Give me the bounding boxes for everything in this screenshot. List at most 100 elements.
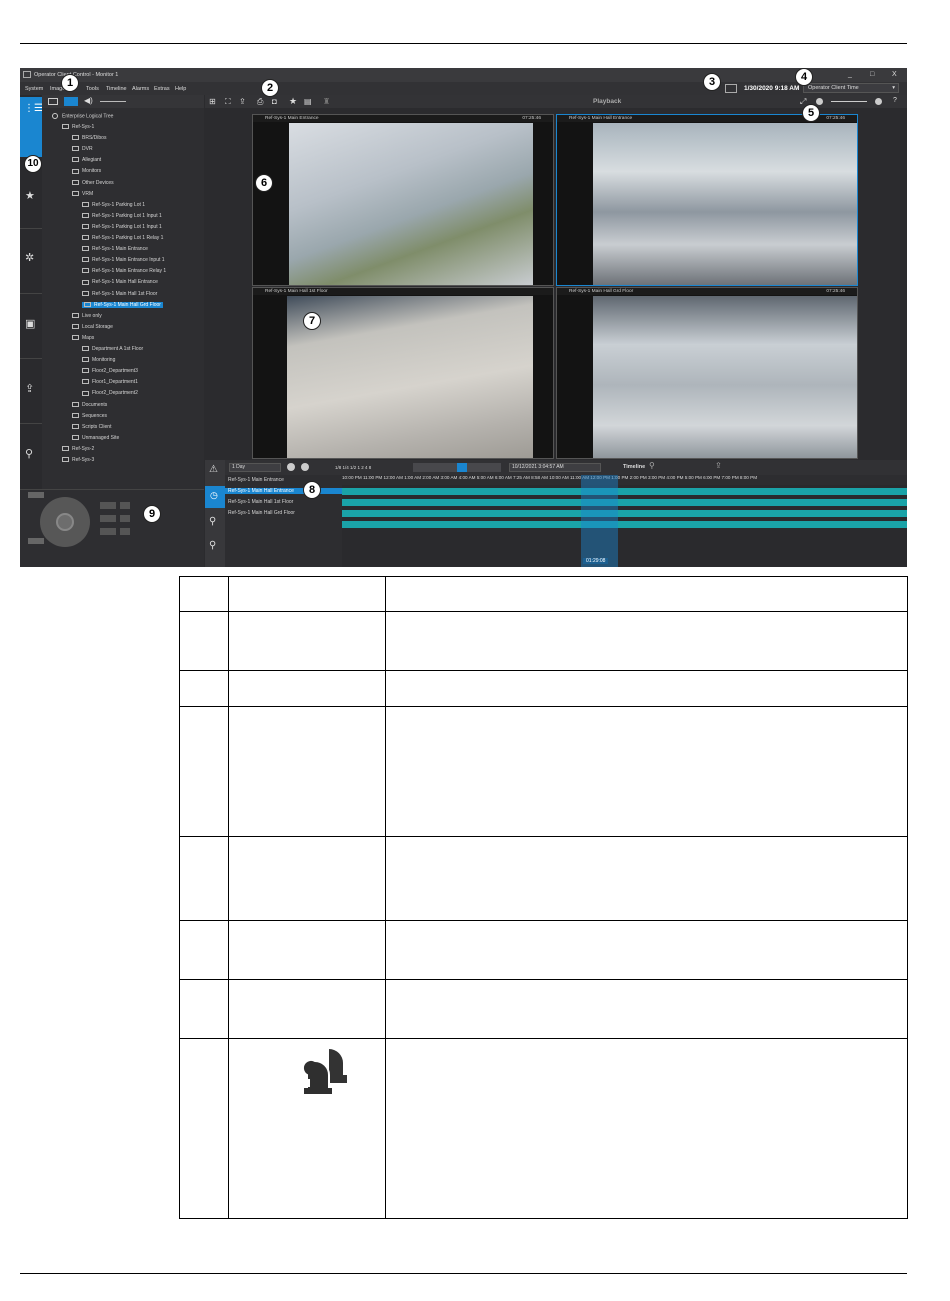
tree-item[interactable]: Ref-Sys-1 Main Entrance Relay 1 bbox=[82, 268, 166, 274]
tree-item[interactable]: Ref-Sys-1 Main Hall Entrance bbox=[82, 279, 158, 285]
tree-item[interactable]: Allegiant bbox=[72, 157, 101, 163]
nav-logical-tree[interactable]: ⋮☰ bbox=[20, 97, 43, 157]
tree-item[interactable]: Live only bbox=[72, 313, 102, 319]
ptz-icon[interactable]: ✲ bbox=[25, 251, 34, 264]
tree-item[interactable]: Ref-Sys-1 Main Hall 1st Floor bbox=[82, 291, 157, 297]
recording-lane[interactable] bbox=[342, 499, 907, 506]
tree-item[interactable]: Floor2_Department3 bbox=[82, 368, 138, 374]
playback-speed-scale[interactable]: 1/8 1/4 1/2 1 2 4 8 bbox=[335, 465, 371, 470]
tree-item[interactable]: Scripts Client bbox=[72, 424, 111, 430]
print-icon[interactable]: ⎙ bbox=[257, 97, 263, 107]
menu-help[interactable]: Help bbox=[175, 86, 186, 92]
tree-item[interactable]: Ref-Sys-1 Parking Lot 1 Input 1 bbox=[82, 224, 162, 230]
time-zone-icon[interactable] bbox=[725, 84, 737, 93]
tree-item[interactable]: VRM bbox=[72, 191, 93, 197]
tree-item[interactable]: DVR bbox=[72, 146, 93, 152]
help-icon[interactable]: ? bbox=[893, 97, 897, 104]
tree-item[interactable]: Documents bbox=[72, 402, 107, 408]
tree-item[interactable]: Other Devices bbox=[72, 180, 114, 186]
tree-item[interactable]: Ref-Sys-1 Parking Lot 1 bbox=[82, 202, 145, 208]
datetime-field[interactable]: 10/12/2021 3:04:57 AM bbox=[509, 463, 601, 472]
camera-icon[interactable] bbox=[48, 98, 58, 105]
monitor-wall-icon[interactable]: ▣ bbox=[25, 317, 35, 330]
tree-item[interactable]: Ref-Sys-3 bbox=[62, 457, 94, 463]
range-select[interactable]: 1 Day bbox=[229, 463, 281, 472]
fullscreen-icon[interactable]: ⛶ bbox=[225, 97, 231, 107]
track-label[interactable]: Ref-Sys-1 Main Hall Grd Floor bbox=[228, 510, 295, 516]
layout-icon[interactable]: ⊞ bbox=[209, 97, 216, 106]
ptz-preset-button[interactable] bbox=[100, 515, 116, 522]
table-row bbox=[179, 670, 908, 707]
upload-icon[interactable]: ⇪ bbox=[239, 97, 246, 106]
recording-lane[interactable] bbox=[342, 488, 907, 495]
image-pane[interactable]: Ref-Sys-1 Main Hall Entrance 07:25:46 bbox=[556, 114, 858, 286]
image-pane[interactable]: Ref-Sys-1 Main Hall Grd Floor 07:25:46 bbox=[556, 287, 858, 459]
tree-item[interactable]: Local Storage bbox=[72, 324, 113, 330]
ptz-preset-button[interactable] bbox=[120, 528, 130, 535]
search-icon[interactable]: ⚲ bbox=[649, 461, 655, 470]
maximize-button[interactable]: □ bbox=[870, 71, 874, 78]
tree-item[interactable]: Ref-Sys-2 bbox=[62, 446, 94, 452]
zoom-out-icon[interactable] bbox=[816, 98, 823, 105]
playback-mode-button[interactable] bbox=[64, 97, 78, 106]
tree-item[interactable]: Ref-Sys-1 bbox=[62, 124, 94, 130]
volume-slider[interactable] bbox=[100, 101, 126, 102]
motion-search-icon[interactable]: ⚲ bbox=[209, 540, 216, 551]
tree-item[interactable]: Floor2_Department2 bbox=[82, 390, 138, 396]
zoom-in-button[interactable] bbox=[287, 463, 295, 471]
tree-item[interactable]: Unmanaged Site bbox=[72, 435, 119, 441]
time-mode-select[interactable]: Operator Client Time ▾ bbox=[803, 83, 899, 93]
tree-item[interactable]: Ref-Sys-1 Main Entrance bbox=[82, 246, 148, 252]
zoom-in-icon[interactable] bbox=[875, 98, 882, 105]
export-icon[interactable]: ⇪ bbox=[25, 382, 34, 395]
tree-root[interactable]: Enterprise Logical Tree bbox=[52, 113, 113, 119]
tree-item[interactable]: Monitoring bbox=[82, 357, 115, 363]
tree-item[interactable]: Monitors bbox=[72, 168, 101, 174]
ptz-preset-button[interactable] bbox=[100, 528, 116, 535]
minimize-button[interactable]: _ bbox=[848, 71, 852, 78]
alarm-icon[interactable]: ⚠ bbox=[209, 464, 218, 475]
menu-timeline[interactable]: Timeline bbox=[106, 86, 127, 92]
export-icon[interactable]: ⇪ bbox=[715, 461, 722, 470]
pause-button[interactable] bbox=[457, 463, 467, 472]
tree-item[interactable]: Department A 1st Floor bbox=[82, 346, 143, 352]
tree-item[interactable]: Ref-Sys-1 Main Hall Grd Floor bbox=[82, 301, 163, 308]
tree-item[interactable]: Floor1_Department1 bbox=[82, 379, 138, 385]
ptz-preset-button[interactable] bbox=[100, 502, 116, 509]
image-pane[interactable]: Ref-Sys-1 Main Entrance 07:25:46 bbox=[252, 114, 554, 286]
menu-alarms[interactable]: Alarms bbox=[132, 86, 149, 92]
tree-item[interactable]: Maps bbox=[72, 335, 94, 341]
recording-lane[interactable] bbox=[342, 521, 907, 528]
pane-size-slider[interactable] bbox=[831, 101, 867, 102]
menu-tools[interactable]: Tools bbox=[86, 86, 99, 92]
callout-marker: 6 bbox=[255, 174, 273, 192]
zoom-out-button[interactable] bbox=[28, 538, 44, 544]
menu-extras[interactable]: Extras bbox=[154, 86, 170, 92]
snapshot-icon[interactable]: ◘ bbox=[272, 97, 277, 106]
track-label[interactable]: Ref-Sys-1 Main Entrance bbox=[228, 477, 284, 483]
tree-item[interactable]: Ref-Sys-1 Parking Lot 1 Input 1 bbox=[82, 213, 162, 219]
bookmark-star-icon[interactable]: ★ bbox=[289, 96, 297, 107]
tree-item[interactable]: Ref-Sys-1 Parking Lot 1 Relay 1 bbox=[82, 235, 163, 241]
track-label[interactable]: Ref-Sys-1 Main Hall 1st Floor bbox=[228, 499, 293, 505]
menu-system[interactable]: System bbox=[25, 86, 43, 92]
tree-item[interactable]: BRS/Dibos bbox=[72, 135, 106, 141]
ptz-preset-button[interactable] bbox=[120, 502, 130, 509]
tree-item[interactable]: Sequences bbox=[72, 413, 107, 419]
tree-item[interactable]: Ref-Sys-1 Main Entrance Input 1 bbox=[82, 257, 165, 263]
close-button[interactable]: X bbox=[892, 71, 897, 78]
favorites-icon[interactable]: ★ bbox=[25, 189, 35, 202]
ptz-center-button[interactable] bbox=[56, 513, 74, 531]
forensic-search-icon[interactable]: ⚲ bbox=[209, 516, 216, 527]
table-row bbox=[179, 836, 908, 921]
volume-icon[interactable]: ◀) bbox=[84, 96, 93, 105]
track-label[interactable]: Ref-Sys-1 Main Hall Entrance bbox=[225, 488, 342, 494]
export-video-icon[interactable]: ▤ bbox=[304, 97, 312, 106]
recording-lane[interactable] bbox=[342, 510, 907, 517]
image-pane[interactable]: Ref-Sys-1 Main Hall 1st Floor bbox=[252, 287, 554, 459]
search-icon[interactable]: ⚲ bbox=[25, 447, 33, 460]
ptz-preset-button[interactable] bbox=[120, 515, 130, 522]
zoom-in-button[interactable] bbox=[28, 492, 44, 498]
timeline-selection[interactable] bbox=[581, 475, 618, 567]
zoom-out-button[interactable] bbox=[301, 463, 309, 471]
